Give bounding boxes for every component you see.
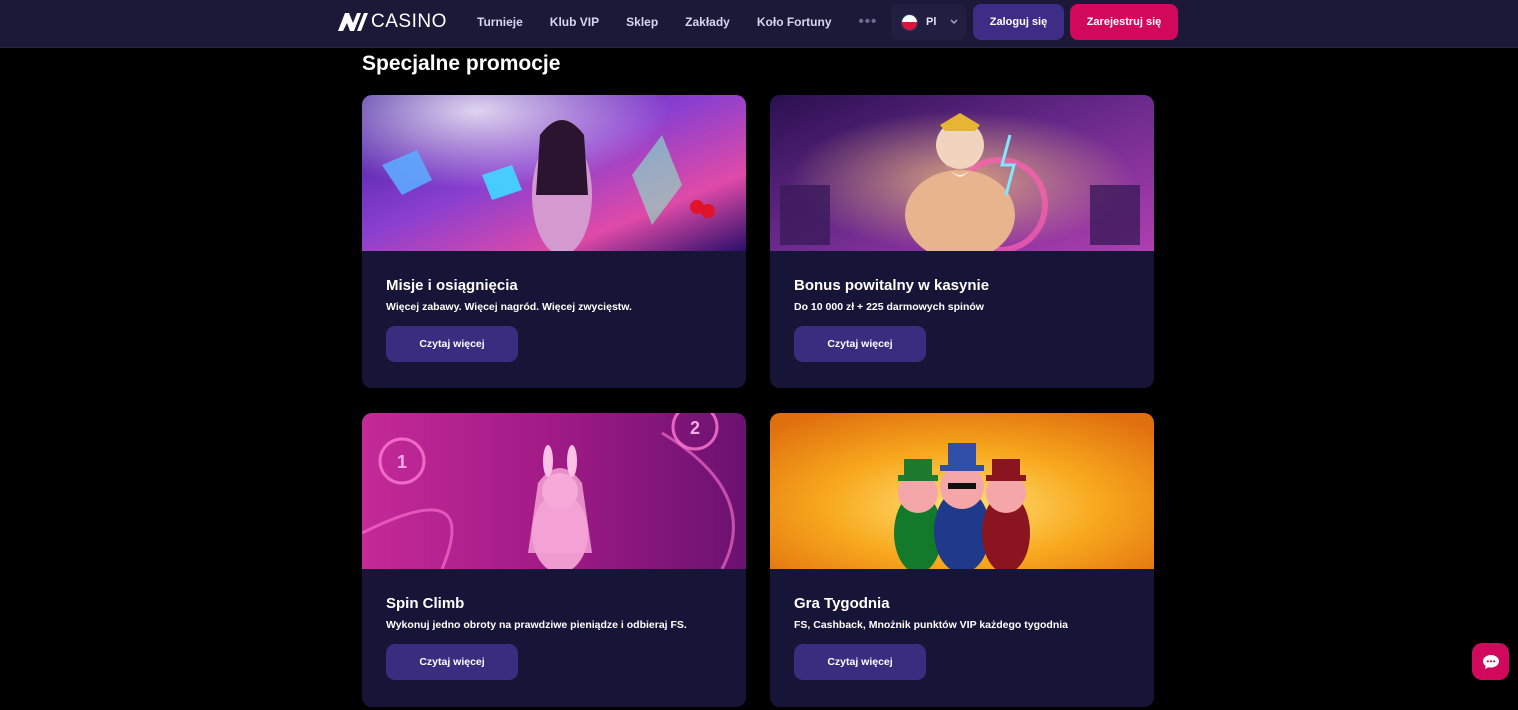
promo-subtitle: Wykonuj jedno obroty na prawdziwe pienią… <box>386 619 687 631</box>
read-more-button[interactable]: Czytaj więcej <box>386 644 518 680</box>
nav-item-wheel-of-fortune[interactable]: Koło Fortuny <box>757 0 832 44</box>
promo-card-welcome-bonus[interactable]: Bonus powitalny w kasynie Do 10 000 zł +… <box>770 95 1154 388</box>
top-navigation-bar: CASINO Turnieje Klub VIP Sklep Zakłady K… <box>0 0 1518 48</box>
promo-image-missions <box>362 95 746 251</box>
promo-title: Gra Tygodnia <box>794 595 890 612</box>
nav-item-bets[interactable]: Zakłady <box>685 0 730 44</box>
nav-more-icon[interactable]: ••• <box>859 0 878 44</box>
language-selector[interactable]: Pl <box>891 4 966 40</box>
promo-subtitle: FS, Cashback, Mnożnik punktów VIP każdeg… <box>794 619 1069 631</box>
promo-card-game-of-week[interactable]: Gra Tygodnia FS, Cashback, Mnożnik punkt… <box>770 413 1154 707</box>
promo-title: Misje i osiągnięcia <box>386 277 518 294</box>
section-title: Specjalne promocje <box>362 52 561 75</box>
promo-title: Bonus powitalny w kasynie <box>794 277 990 294</box>
chevron-down-icon <box>950 18 958 26</box>
main-nav: Turnieje Klub VIP Sklep Zakłady Koło For… <box>477 0 877 44</box>
promo-card-missions[interactable]: Misje i osiągnięcia Więcej zabawy. Więce… <box>362 95 746 388</box>
nav-item-shop[interactable]: Sklep <box>626 0 658 44</box>
read-more-button[interactable]: Czytaj więcej <box>386 326 518 362</box>
promo-image-welcome-bonus <box>770 95 1154 251</box>
login-button[interactable]: Zaloguj się <box>973 4 1064 40</box>
read-more-button[interactable]: Czytaj więcej <box>794 644 926 680</box>
poland-flag-icon <box>901 13 918 31</box>
svg-text:2: 2 <box>690 418 700 438</box>
logo-text: CASINO <box>371 11 447 32</box>
register-button[interactable]: Zarejestruj się <box>1070 4 1178 40</box>
nav-item-vip-club[interactable]: Klub VIP <box>550 0 599 44</box>
chat-button[interactable] <box>1472 643 1509 680</box>
casino-logo[interactable]: CASINO <box>338 11 447 33</box>
svg-text:1: 1 <box>397 452 407 472</box>
chat-bubble-icon <box>1482 654 1499 669</box>
promo-subtitle: Do 10 000 zł + 225 darmowych spinów <box>794 301 984 313</box>
logo-mark-icon <box>338 13 368 31</box>
language-label: Pl <box>926 16 937 28</box>
promo-subtitle: Więcej zabawy. Więcej nagród. Więcej zwy… <box>386 301 632 313</box>
promo-image-game-of-week <box>770 413 1154 569</box>
promo-card-spin-climb[interactable]: 1 2 Spin Climb Wykonuj jedno obroty na p… <box>362 413 746 707</box>
promo-image-spin-climb: 1 2 <box>362 413 746 569</box>
read-more-button[interactable]: Czytaj więcej <box>794 326 926 362</box>
nav-item-tournaments[interactable]: Turnieje <box>477 0 523 44</box>
promo-title: Spin Climb <box>386 595 465 612</box>
